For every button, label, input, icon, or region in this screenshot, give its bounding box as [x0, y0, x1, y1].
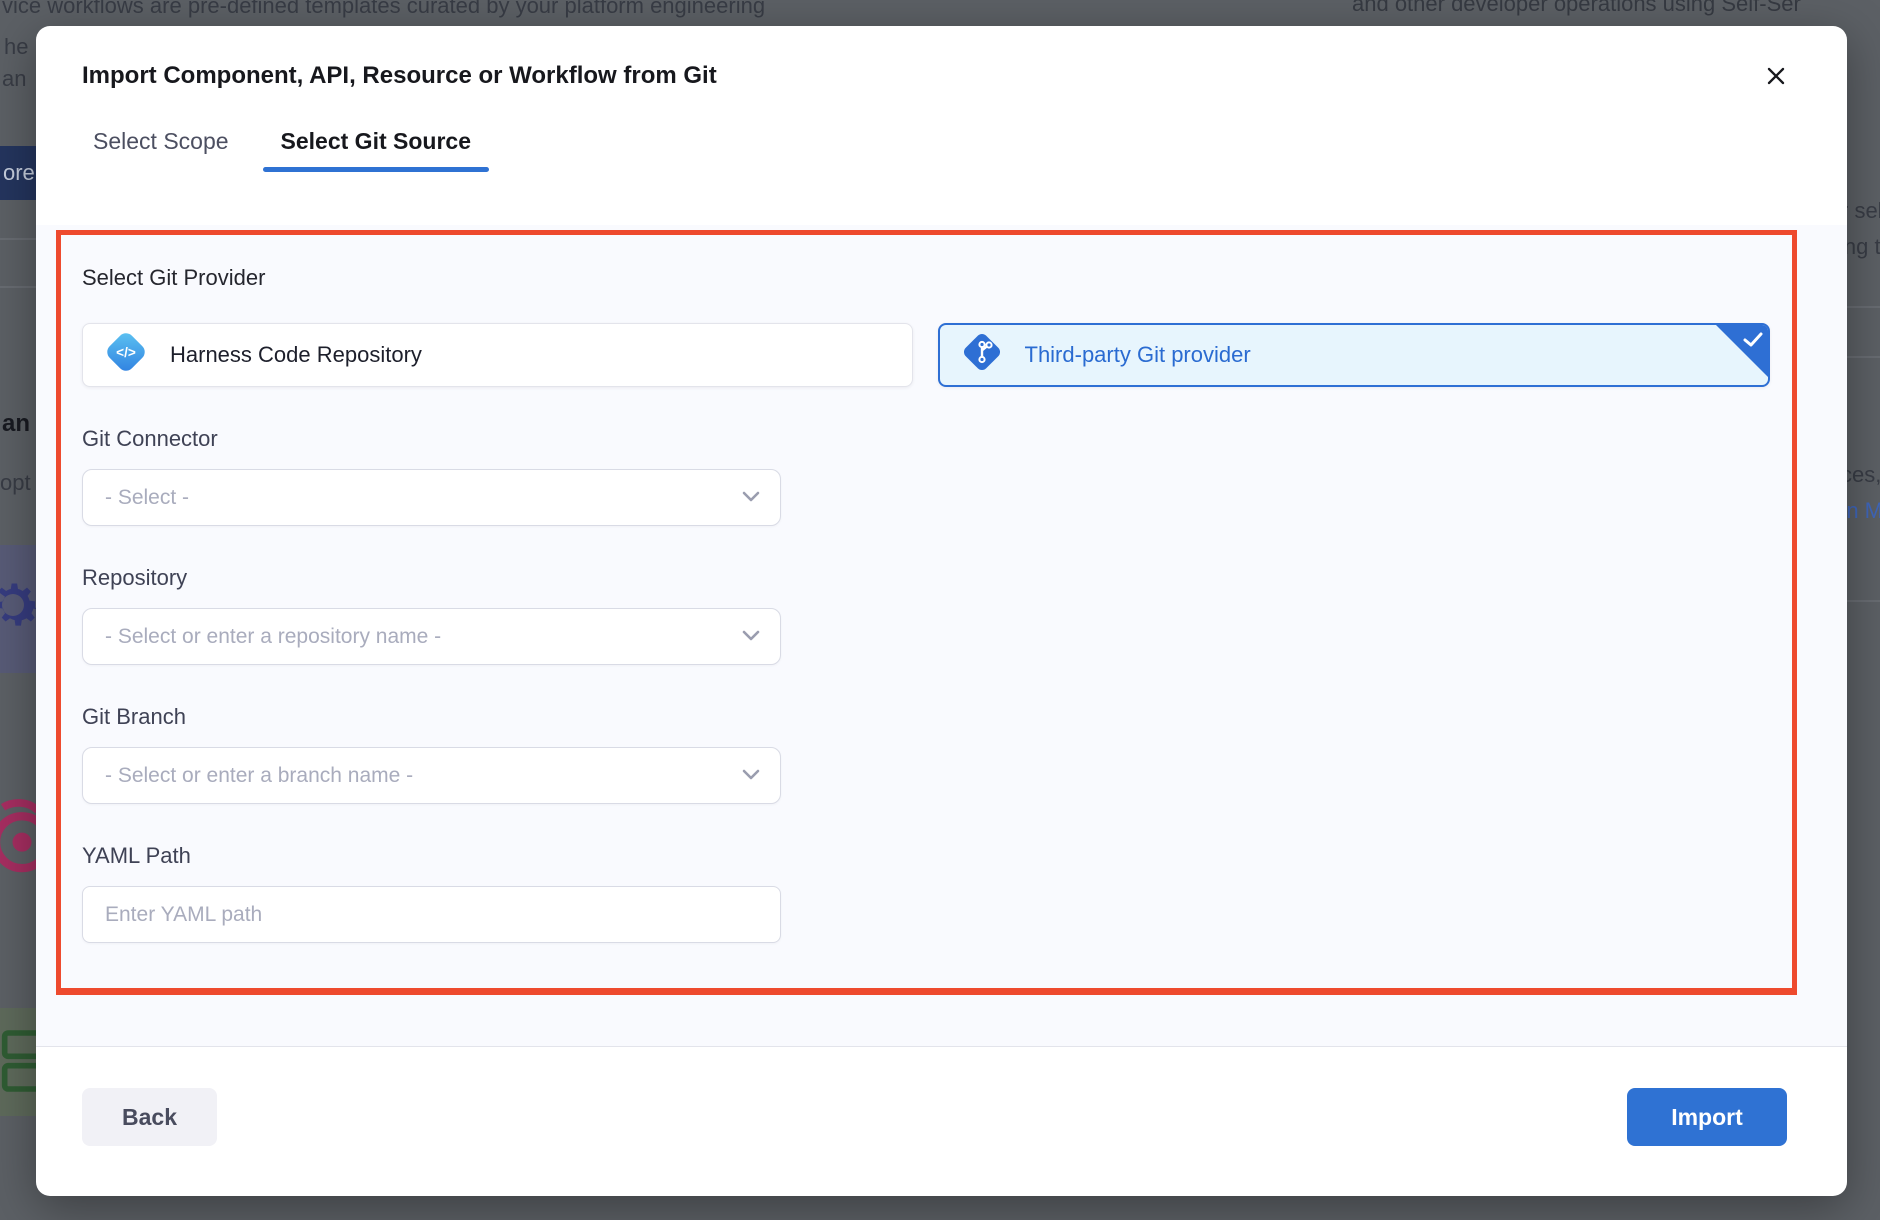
chevron-down-icon	[742, 489, 760, 507]
target-icon	[0, 796, 36, 887]
repository-label: Repository	[82, 564, 1770, 592]
code-diamond-icon: </>	[103, 329, 149, 381]
git-provider-label: Select Git Provider	[82, 263, 1770, 293]
import-button[interactable]: Import	[1627, 1088, 1787, 1146]
background-button-fragment: ore	[0, 146, 36, 200]
yaml-path-label: YAML Path	[82, 842, 1770, 870]
tab-select-git-source[interactable]: Select Git Source	[263, 128, 489, 172]
background-text-fragment: an	[2, 410, 30, 438]
git-branch-value: - Select or enter a branch name -	[105, 764, 413, 788]
provider-card-harness-code[interactable]: </> Harness Code Repository	[82, 323, 913, 387]
background-text-fragment: ces,	[1847, 462, 1880, 488]
git-branch-label: Git Branch	[82, 703, 1770, 731]
divider	[1847, 306, 1880, 308]
git-branch-select[interactable]: - Select or enter a branch name -	[82, 747, 781, 804]
provider-card-label: Harness Code Repository	[170, 342, 422, 368]
selected-corner-badge	[1716, 325, 1768, 377]
background-left-strip: he an ore an opt	[0, 0, 36, 1220]
background-text-top-left: vice workflows are pre-defined templates…	[2, 0, 765, 19]
gear-icon	[0, 572, 36, 643]
git-connector-value: - Select -	[105, 486, 189, 510]
git-diamond-icon	[960, 330, 1004, 380]
svg-text:</>: </>	[116, 345, 136, 360]
tab-bar: Select Scope Select Git Source	[75, 128, 1847, 172]
repository-select[interactable]: - Select or enter a repository name -	[82, 608, 781, 665]
divider	[0, 286, 36, 288]
tab-select-scope[interactable]: Select Scope	[75, 128, 247, 172]
close-icon	[1765, 65, 1787, 90]
background-text-fragment: r sel	[1847, 198, 1880, 224]
divider	[0, 238, 36, 240]
divider	[1847, 356, 1880, 358]
modal-content: Select Git Provider </>	[36, 225, 1847, 1047]
check-icon	[1743, 332, 1763, 348]
background-text-fragment: he	[4, 34, 28, 60]
provider-card-label: Third-party Git provider	[1025, 342, 1251, 368]
highlight-frame: Select Git Provider </>	[56, 230, 1797, 995]
divider	[1847, 600, 1880, 602]
repository-value: - Select or enter a repository name -	[105, 625, 441, 649]
git-provider-options: </> Harness Code Repository	[82, 323, 1770, 387]
modal-header: Import Component, API, Resource or Workf…	[36, 26, 1847, 90]
yaml-path-input[interactable]	[82, 886, 781, 943]
import-from-git-modal: Import Component, API, Resource or Workf…	[36, 26, 1847, 1196]
back-button[interactable]: Back	[82, 1088, 217, 1146]
provider-card-third-party-git[interactable]: Third-party Git provider	[938, 323, 1771, 387]
layout-icon	[0, 1028, 36, 1099]
close-button[interactable]	[1761, 62, 1791, 92]
git-connector-select[interactable]: - Select -	[82, 469, 781, 526]
git-connector-label: Git Connector	[82, 425, 1770, 453]
chevron-down-icon	[742, 628, 760, 646]
background-text-fragment: opt	[0, 470, 31, 496]
modal-title: Import Component, API, Resource or Workf…	[82, 62, 1801, 90]
chevron-down-icon	[742, 767, 760, 785]
screen: vice workflows are pre-defined templates…	[0, 0, 1880, 1220]
background-link-fragment: rn M	[1847, 498, 1880, 524]
background-right-strip: r sel ing t ces, rn M	[1847, 0, 1880, 1220]
background-text-fragment: an	[2, 66, 26, 92]
background-text-fragment: ing t	[1847, 234, 1880, 260]
background-text-top-right: and other developer operations using Sel…	[1352, 0, 1801, 17]
modal-footer: Back Import	[36, 1047, 1847, 1196]
